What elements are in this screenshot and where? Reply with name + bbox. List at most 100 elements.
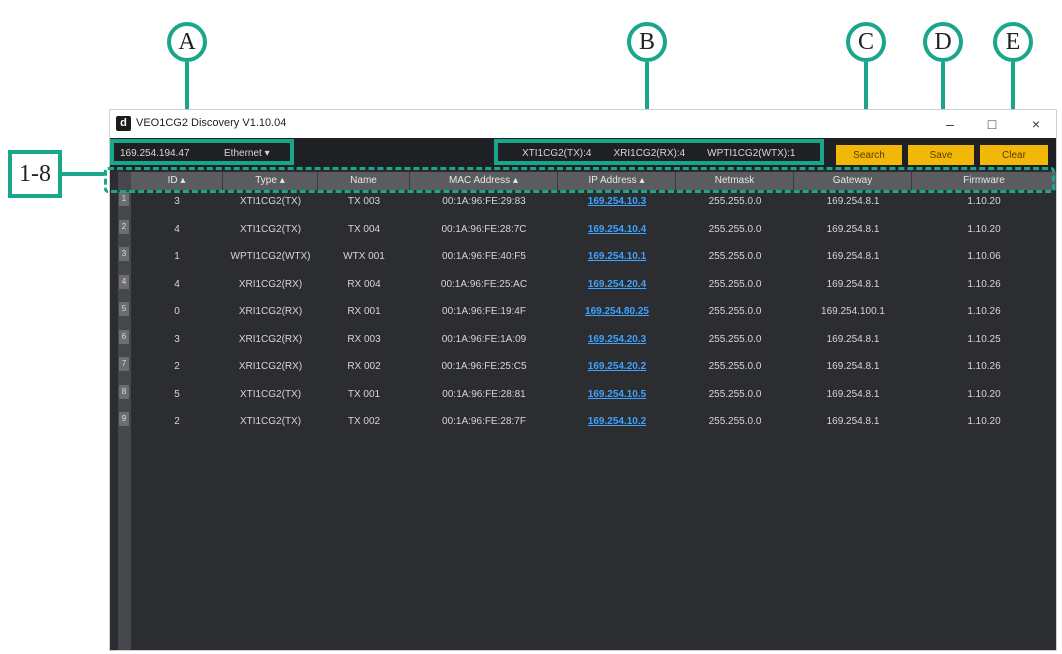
row-number-label: 2 (119, 219, 129, 234)
cell-firmware: 1.10.06 (967, 251, 1001, 262)
table-row[interactable]: 9 2 XTI1CG2(TX) TX 002 00:1A:96:FE:28:7F 169.… (118, 410, 1056, 438)
cell-id: 5 (174, 388, 180, 400)
cell-ip[interactable]: 169.254.10.2 (558, 410, 676, 438)
app-logo-icon: d (116, 116, 131, 131)
save-button[interactable]: Save (908, 145, 974, 165)
cell-ip[interactable]: 169.254.20.3 (558, 328, 676, 356)
table-row[interactable]: 4 4 XRI1CG2(RX) RX 004 00:1A:96:FE:25:AC 169.… (118, 273, 1056, 301)
window-title: VEO1CG2 Discovery V1.10.04 (136, 117, 287, 129)
cell-firmware: 1.10.26 (967, 306, 1001, 317)
cell-netmask: 255.255.0.0 (708, 333, 762, 345)
cell-name: WTX 001 (343, 251, 385, 262)
row-number: 7 (118, 355, 131, 383)
table-row[interactable]: 1 3 XTI1CG2(TX) TX 003 00:1A:96:FE:29:83 169.… (118, 190, 1056, 218)
cell-gateway: 169.254.8.1 (826, 278, 880, 290)
cell-id: 3 (174, 196, 180, 207)
row-number-label: 3 (119, 247, 129, 261)
cell-type: XTI1CG2(TX) (239, 196, 302, 207)
row-number: 8 (118, 383, 131, 411)
row-number-label: 9 (119, 412, 129, 426)
cell-name: RX 001 (347, 306, 381, 317)
cell-gateway: 169.254.100.1 (821, 306, 885, 317)
cell-mac: 00:1A:96:FE:1A:09 (441, 333, 527, 345)
cell-name: RX 003 (347, 333, 381, 345)
cell-gateway: 169.254.8.1 (826, 416, 880, 427)
cell-name: TX 003 (347, 196, 381, 207)
row-number-label: 6 (119, 329, 129, 344)
cell-id: 0 (174, 306, 180, 317)
callout-rows-leader (62, 172, 104, 176)
cell-name: TX 002 (347, 416, 381, 427)
row-number: 2 (118, 218, 131, 246)
row-number-label: 8 (119, 384, 129, 399)
callout-c: C (846, 22, 886, 62)
cell-mac: 00:1A:96:FE:25:C5 (441, 361, 527, 372)
cell-firmware: 1.10.26 (967, 361, 1001, 372)
cell-ip[interactable]: 169.254.10.5 (558, 383, 676, 411)
cell-netmask: 255.255.0.0 (708, 196, 762, 207)
cell-netmask: 255.255.0.0 (708, 278, 762, 290)
row-number-label: 4 (119, 274, 129, 289)
cell-type: XTI1CG2(TX) (239, 388, 302, 400)
cell-ip[interactable]: 169.254.20.4 (558, 273, 676, 301)
cell-netmask: 255.255.0.0 (708, 416, 762, 427)
row-number: 6 (118, 328, 131, 356)
cell-id: 3 (174, 333, 180, 345)
cell-mac: 00:1A:96:FE:28:81 (442, 388, 526, 400)
cell-firmware: 1.10.20 (967, 196, 1001, 207)
cell-name: TX 001 (347, 388, 381, 400)
callout-b: B (627, 22, 667, 62)
cell-name: TX 004 (347, 223, 381, 235)
highlight-a (110, 139, 294, 165)
cell-type: XTI1CG2(TX) (239, 223, 302, 235)
cell-mac: 00:1A:96:FE:28:7F (442, 416, 526, 427)
cell-gateway: 169.254.8.1 (826, 361, 880, 372)
row-number: 1 (118, 190, 131, 218)
table-row[interactable]: 6 3 XRI1CG2(RX) RX 003 00:1A:96:FE:1A:09 169.… (118, 328, 1056, 356)
row-number: 3 (118, 245, 131, 273)
clear-button[interactable]: Clear (980, 145, 1048, 165)
cell-ip[interactable]: 169.254.80.25 (558, 300, 676, 328)
cell-firmware: 1.10.20 (967, 223, 1001, 235)
row-number: 5 (118, 300, 131, 328)
table-row[interactable]: 7 2 XRI1CG2(RX) RX 002 00:1A:96:FE:25:C5 169.… (118, 355, 1056, 383)
minimize-icon[interactable]: – (936, 114, 964, 134)
highlight-b (494, 139, 824, 165)
cell-type: XRI1CG2(RX) (238, 306, 303, 317)
cell-type: XRI1CG2(RX) (238, 278, 303, 290)
discovery-window: d VEO1CG2 Discovery V1.10.04 – □ × 169.2… (104, 110, 1056, 650)
callout-rows: 1-8 (8, 150, 62, 198)
search-button[interactable]: Search (836, 145, 902, 165)
cell-id: 4 (174, 223, 180, 235)
cell-netmask: 255.255.0.0 (708, 306, 762, 317)
table-row[interactable]: 2 4 XTI1CG2(TX) TX 004 00:1A:96:FE:28:7C 169.… (118, 218, 1056, 246)
cell-netmask: 255.255.0.0 (708, 251, 762, 262)
cell-ip[interactable]: 169.254.10.4 (558, 218, 676, 246)
cell-mac: 00:1A:96:FE:40:F5 (442, 251, 526, 262)
cell-name: RX 004 (347, 278, 381, 290)
cell-gateway: 169.254.8.1 (826, 333, 880, 345)
cell-mac: 00:1A:96:FE:19:4F (442, 306, 526, 317)
cell-name: RX 002 (347, 361, 381, 372)
table-row[interactable]: 8 5 XTI1CG2(TX) TX 001 00:1A:96:FE:28:81 169.… (118, 383, 1056, 411)
callout-e: E (993, 22, 1033, 62)
highlight-header-rows (104, 167, 1055, 193)
maximize-icon[interactable]: □ (978, 114, 1006, 134)
cell-gateway: 169.254.8.1 (826, 388, 880, 400)
cell-gateway: 169.254.8.1 (826, 223, 880, 235)
cell-firmware: 1.10.25 (967, 333, 1001, 345)
cell-id: 2 (174, 361, 180, 372)
cell-type: XRI1CG2(RX) (238, 361, 303, 372)
table-row[interactable]: 3 1 WPTI1CG2(WTX) WTX 001 00:1A:96:FE:40:F5 1… (118, 245, 1056, 273)
row-number: 4 (118, 273, 131, 301)
cell-ip[interactable]: 169.254.10.3 (558, 190, 676, 218)
cell-ip[interactable]: 169.254.20.2 (558, 355, 676, 383)
cell-gateway: 169.254.8.1 (826, 251, 880, 262)
close-icon[interactable]: × (1022, 114, 1050, 134)
table-row[interactable]: 5 0 XRI1CG2(RX) RX 001 00:1A:96:FE:19:4F 169.… (118, 300, 1056, 328)
cell-ip[interactable]: 169.254.10.1 (558, 245, 676, 273)
cell-firmware: 1.10.20 (967, 416, 1001, 427)
row-number-label: 5 (119, 302, 129, 316)
cell-id: 1 (174, 251, 180, 262)
row-number: 9 (118, 410, 131, 438)
